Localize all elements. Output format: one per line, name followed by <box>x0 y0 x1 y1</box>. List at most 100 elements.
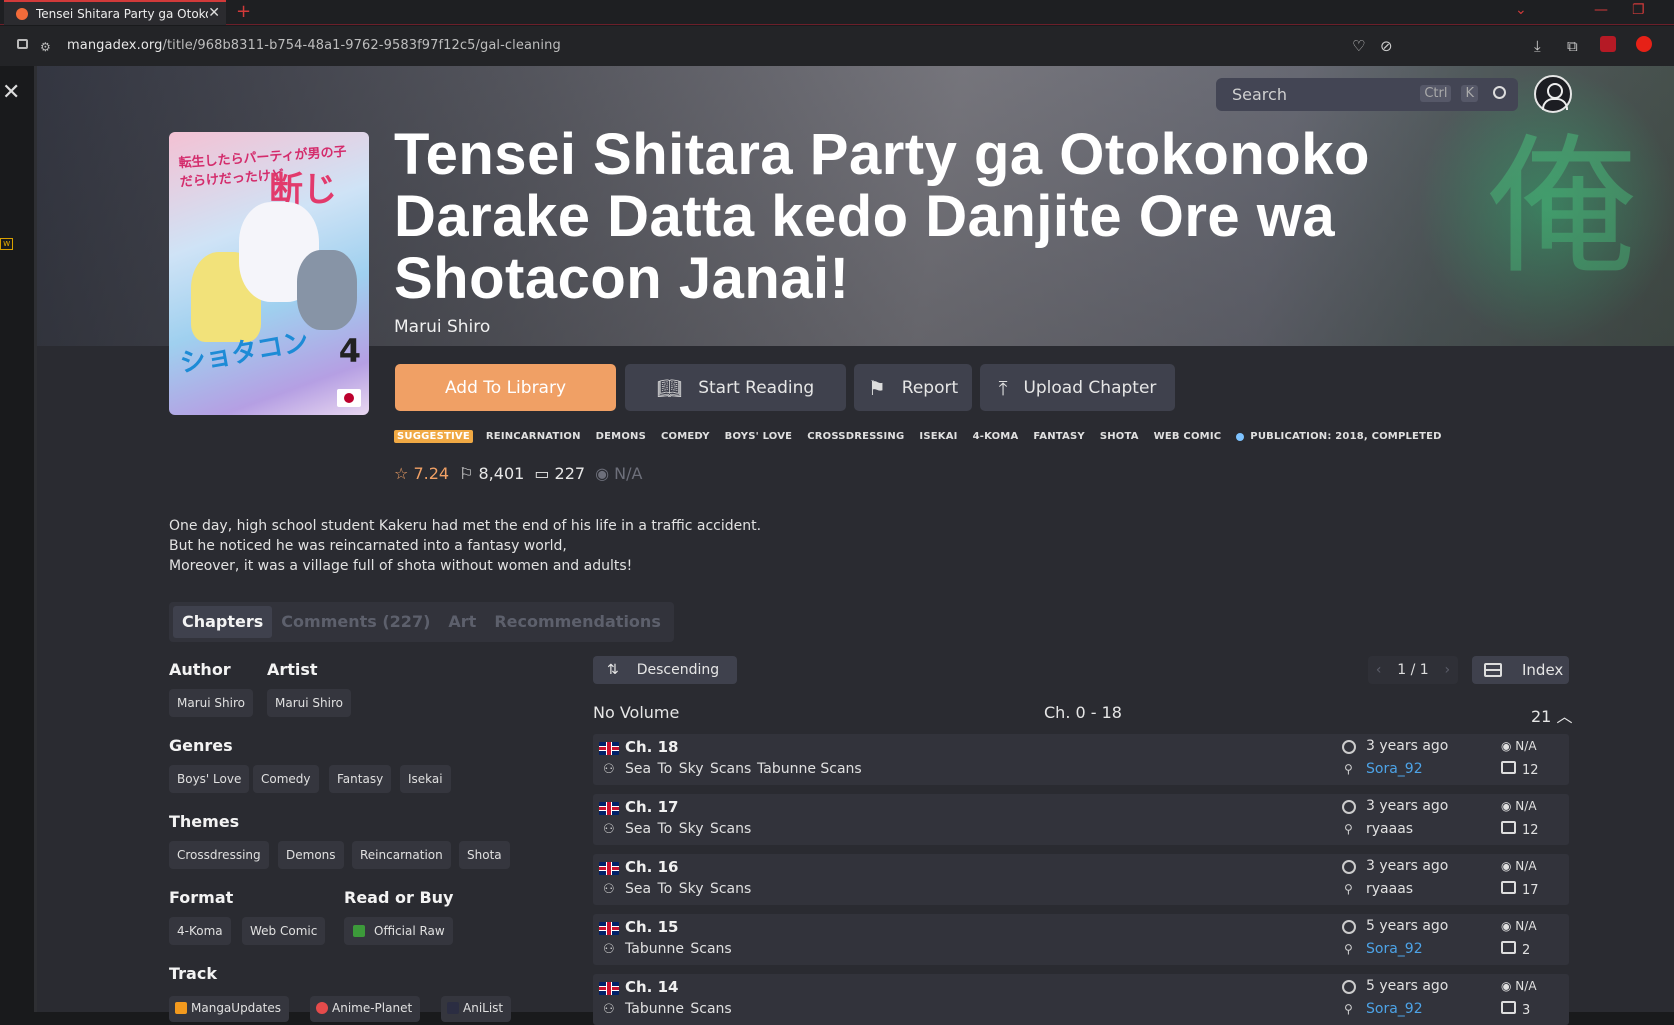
theme-chip[interactable]: Shota <box>459 841 510 869</box>
tab-chapters[interactable]: Chapters <box>173 606 273 638</box>
format-chip[interactable]: 4-Koma <box>169 917 231 945</box>
site-settings-icon[interactable]: ⚙ <box>40 40 51 54</box>
genre-chip[interactable]: Fantasy <box>329 765 392 793</box>
artist-chip[interactable]: Marui Shiro <box>267 689 351 717</box>
comments-count[interactable]: 17 <box>1501 881 1539 898</box>
chapter-row[interactable]: Ch. 17 ⚇ Sea To Sky Scans 3 years ago ⚲ … <box>593 794 1569 845</box>
uploader-link[interactable]: Sora_92 <box>1366 1001 1423 1017</box>
heart-icon[interactable]: ♡ <box>1352 37 1365 55</box>
scanlation-group[interactable]: Sea To Sky Scans <box>625 881 751 897</box>
clock-icon <box>1342 980 1356 994</box>
page-title: Tensei Shitara Party ga Otokonoko Darake… <box>394 122 1370 311</box>
scanlation-group[interactable]: Tabunne Scans <box>625 941 732 957</box>
genre-chip[interactable]: Boys' Love <box>169 765 250 793</box>
uk-flag-icon <box>599 802 619 815</box>
add-to-library-button[interactable]: Add To Library <box>395 364 616 411</box>
theme-chip[interactable]: Demons <box>278 841 344 869</box>
comments-count[interactable]: 12 <box>1501 761 1539 778</box>
description-line: But he noticed he was reincarnated into … <box>169 538 567 554</box>
tag[interactable]: FANTASY <box>1033 431 1084 442</box>
youtube-extension-icon[interactable] <box>1636 36 1652 52</box>
upload-chapter-label: Upload Chapter <box>1023 377 1157 398</box>
tag[interactable]: COMEDY <box>661 431 710 442</box>
format-chip[interactable]: Web Comic <box>242 917 326 945</box>
tab-list-chevron-icon[interactable]: ⌄ <box>1515 2 1527 18</box>
uploader-link[interactable]: ryaaas <box>1366 881 1413 897</box>
tag[interactable]: DEMONS <box>596 431 646 442</box>
track-link-animeplanet[interactable]: Anime-Planet <box>310 996 421 1022</box>
tag[interactable]: 4-KOMA <box>973 431 1019 442</box>
url-field[interactable]: mangadex.org/title/968b8311-b754-48a1-97… <box>67 38 561 53</box>
scanlation-group[interactable]: Sea To Sky Scans <box>625 761 751 777</box>
chapter-row[interactable]: Ch. 15 ⚇ Tabunne Scans 5 years ago ⚲ Sor… <box>593 914 1569 965</box>
scanlation-group[interactable]: Sea To Sky Scans <box>625 821 751 837</box>
chapter-row[interactable]: Ch. 14 ⚇ Tabunne Scans 5 years ago ⚲ Sor… <box>593 974 1569 1025</box>
browser-tab-active[interactable]: Tensei Shitara Party ga Otokonoko ✕ <box>4 0 226 25</box>
author-chip[interactable]: Marui Shiro <box>169 689 253 717</box>
start-reading-button[interactable]: 📖︎ Start Reading <box>625 364 846 411</box>
prev-page-icon[interactable]: ‹ <box>1376 662 1382 678</box>
search-icon[interactable] <box>1493 86 1506 99</box>
scanlation-group[interactable]: Tabunne Scans <box>625 1001 732 1017</box>
tag[interactable]: SHOTA <box>1100 431 1139 442</box>
scanlation-group[interactable]: Tabunne Scans <box>757 761 862 777</box>
follows-value: 8,401 <box>478 464 525 483</box>
uploader-link[interactable]: ryaaas <box>1366 821 1413 837</box>
genre-chip[interactable]: Comedy <box>253 765 319 793</box>
theme-chip[interactable]: Crossdressing <box>169 841 269 869</box>
next-page-icon[interactable]: › <box>1445 662 1451 678</box>
comments-count[interactable]: 3 <box>1501 1001 1530 1018</box>
ublock-extension-icon[interactable] <box>1600 36 1616 52</box>
genres-heading: Genres <box>169 736 233 755</box>
uploader-link[interactable]: Sora_92 <box>1366 761 1423 777</box>
author-link[interactable]: Marui Shiro <box>394 317 490 337</box>
comments-stat[interactable]: ▭ 227 <box>534 464 585 483</box>
track-link-anilist[interactable]: AniList <box>441 996 512 1022</box>
sort-order-button[interactable]: ⇅ Descending <box>593 656 737 684</box>
manga-cover[interactable]: 転生したらパーティが男の子だらけだったけど 断じて ショタコン 4 <box>169 132 369 415</box>
close-tab-icon[interactable]: ✕ <box>208 5 220 21</box>
tag[interactable]: CROSSDRESSING <box>807 431 904 442</box>
chapter-row[interactable]: Ch. 18 ⚇ Sea To Sky Scans Tabunne Scans … <box>593 734 1569 785</box>
uploader-link[interactable]: Sora_92 <box>1366 941 1423 957</box>
chapter-number[interactable]: Ch. 17 <box>625 798 678 816</box>
rating-stat[interactable]: ☆ 7.24 <box>394 464 449 483</box>
uk-flag-icon <box>599 922 619 935</box>
mangaupdates-icon <box>175 1002 187 1014</box>
description: One day, high school student Kakeru had … <box>169 516 761 576</box>
close-sidebar-icon[interactable]: ✕ <box>2 80 20 105</box>
tag[interactable]: ISEKAI <box>919 431 957 442</box>
theme-chip[interactable]: Reincarnation <box>352 841 451 869</box>
comments-count[interactable]: 2 <box>1501 941 1530 958</box>
tracking-off-icon[interactable]: ⊘ <box>1380 37 1393 55</box>
chapter-number[interactable]: Ch. 18 <box>625 738 678 756</box>
index-button[interactable]: Index <box>1472 656 1569 684</box>
user-icon: ⚲ <box>1344 882 1353 896</box>
chapter-number[interactable]: Ch. 16 <box>625 858 678 876</box>
chapter-row[interactable]: Ch. 16 ⚇ Sea To Sky Scans 3 years ago ⚲ … <box>593 854 1569 905</box>
tag[interactable]: WEB COMIC <box>1154 431 1222 442</box>
comments-count[interactable]: 12 <box>1501 821 1539 838</box>
tab-art[interactable]: Art <box>439 606 485 638</box>
tag[interactable]: BOYS' LOVE <box>725 431 793 442</box>
tag[interactable]: REINCARNATION <box>486 431 581 442</box>
lock-icon[interactable] <box>17 39 28 49</box>
tab-comments[interactable]: Comments (227) <box>272 606 439 638</box>
tag-suggestive[interactable]: SUGGESTIVE <box>394 430 473 443</box>
chapter-number[interactable]: Ch. 14 <box>625 978 678 996</box>
tab-recommendations[interactable]: Recommendations <box>485 606 670 638</box>
minimize-icon[interactable]: — <box>1594 2 1608 18</box>
extensions-icon[interactable]: ⧉ <box>1567 37 1578 55</box>
user-avatar-icon[interactable] <box>1534 75 1572 113</box>
volume-toggle[interactable]: 21 ︿ <box>1531 703 1572 727</box>
upload-chapter-button[interactable]: ⤒ Upload Chapter <box>980 364 1175 411</box>
track-link-mangaupdates[interactable]: MangaUpdates <box>169 996 289 1022</box>
download-icon[interactable]: ⤓ <box>1534 37 1541 55</box>
restore-icon[interactable]: ❐ <box>1632 2 1645 18</box>
search-input[interactable]: Search Ctrl K <box>1216 78 1518 111</box>
chapter-number[interactable]: Ch. 15 <box>625 918 678 936</box>
new-tab-icon[interactable]: + <box>236 1 251 22</box>
official-raw-link[interactable]: Official Raw <box>344 917 453 945</box>
genre-chip[interactable]: Isekai <box>400 765 451 793</box>
report-button[interactable]: ⚑ Report <box>854 364 972 411</box>
